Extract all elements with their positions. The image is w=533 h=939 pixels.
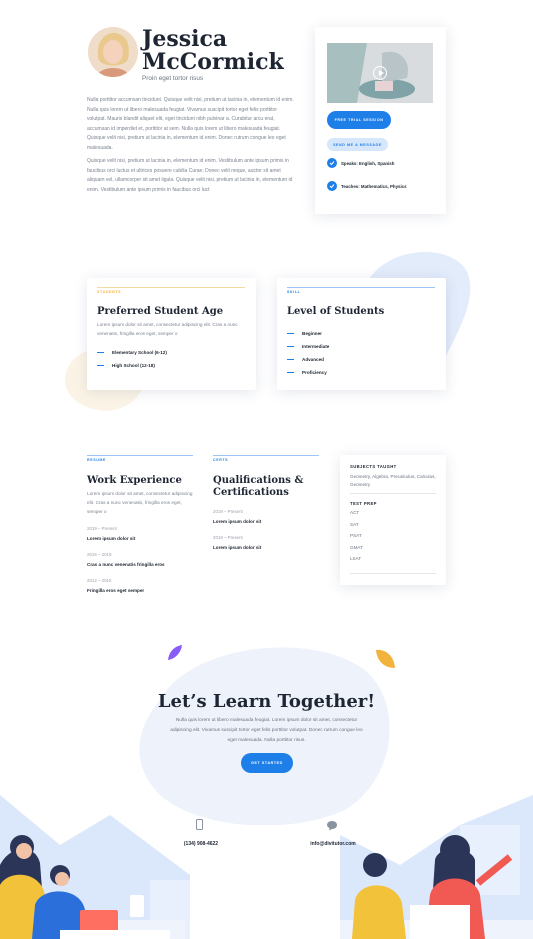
speaks-row: Speaks: English, Spanish: [327, 158, 394, 168]
resume-title: Work Experience: [87, 475, 182, 486]
card-title: Preferred Student Age: [97, 306, 224, 317]
check-icon: [327, 158, 337, 168]
card-tag: SKILL: [287, 290, 301, 294]
list-item: SAT: [350, 521, 359, 527]
divider: [87, 455, 193, 456]
list-item: ACT: [350, 510, 360, 515]
chat-icon: [327, 821, 337, 831]
subjects-card: SUBJECTS TAUGHT Geometry, Algebra, Preca…: [340, 455, 446, 585]
free-trial-button[interactable]: FREE TRIAL SESSION: [327, 111, 391, 129]
divider: [213, 455, 319, 456]
profile-side-card: FREE TRIAL SESSION SEND ME A MESSAGE Spe…: [315, 27, 446, 214]
certs-tag: CERTS: [213, 458, 229, 462]
list-item: Elementary School (6-12): [97, 346, 167, 359]
bio-paragraph-2: Quisque velit nisi, pretium ut lacinia i…: [87, 158, 293, 193]
profile-name: Jessica McCormick: [142, 26, 284, 75]
speaks-text: Speaks: English, Spanish: [341, 160, 395, 166]
list-item: LSAT: [350, 556, 362, 561]
avatar: [88, 27, 138, 77]
check-icon: [327, 181, 337, 191]
certs-entries: 2019 – Present Lorem ipsum dolor sit 201…: [213, 509, 261, 561]
divider: [97, 287, 245, 288]
illustration-right: [340, 795, 533, 939]
list-item: Advanced: [287, 353, 329, 366]
level-list: Beginner Intermediate Advanced Proficien…: [287, 327, 329, 379]
certs-title: Qualifications & Certifications: [213, 475, 304, 498]
resume-text: Lorem ipsum dolor sit amet, consectetur …: [87, 491, 193, 514]
teaches-row: Teaches: Mathematics, Physics: [327, 181, 407, 191]
play-icon[interactable]: [373, 66, 387, 80]
resume-entries: 2019 – Present Lorem ipsum dolor sit 201…: [87, 526, 165, 604]
resume-tag: RESUME: [87, 458, 106, 462]
list-item: 2015 – 2019 Cras a nunc venenatis fringi…: [87, 552, 165, 567]
video-thumbnail[interactable]: [327, 43, 433, 103]
list-item: 2019 – Present Lorem ipsum dolor sit: [87, 526, 136, 541]
send-message-button[interactable]: SEND ME A MESSAGE: [327, 138, 388, 151]
cta-title: Let’s Learn Together!: [157, 691, 376, 712]
test-list: ACT SAT PSAT GMAT LSAT: [350, 510, 363, 568]
level-card: SKILL Level of Students Beginner Interme…: [277, 278, 446, 390]
get-started-button[interactable]: GET STARTED: [241, 753, 293, 773]
list-item: PSAT: [350, 533, 362, 538]
list-item: 2019 – Present Lorem ipsum dolor sit: [213, 535, 262, 550]
email-text[interactable]: info@divitutor.com: [306, 841, 360, 847]
subjects-list: Geometry, Algebra, Precalculus, Calculus…: [350, 474, 436, 487]
list-item: Beginner: [287, 327, 329, 340]
list-item: GMAT: [350, 544, 363, 550]
student-age-card: STUDENTS Preferred Student Age Lorem ips…: [87, 278, 256, 390]
bio-paragraph-1: Nulla porttitor accumsan tincidunt. Quis…: [87, 97, 294, 151]
list-item: Intermediate: [287, 340, 329, 353]
teaches-text: Teaches: Mathematics, Physics: [341, 183, 407, 189]
card-text: Lorem ipsum dolor sit amet, consectetur …: [97, 322, 238, 336]
divider: [350, 573, 436, 574]
divider: [287, 287, 435, 288]
list-item: 2012 – 2015 Fringilla eros eget semper: [87, 578, 145, 593]
phone-icon: [196, 819, 203, 830]
subjects-heading: SUBJECTS TAUGHT: [350, 464, 397, 469]
card-tag: STUDENTS: [97, 290, 122, 294]
list-item: High School (12-18): [97, 359, 167, 372]
test-prep-heading: TEST PREP: [350, 501, 377, 506]
cta-text: Nulla quis lorem ut libero malesuada feu…: [170, 718, 363, 743]
decor-leaf-purple: [168, 645, 182, 660]
age-list: Elementary School (6-12) High School (12…: [97, 346, 167, 372]
profile-subtitle: Proin eget tortor risus: [142, 75, 204, 82]
card-title: Level of Students: [287, 306, 385, 317]
illustration-left: [0, 795, 190, 939]
phone-text[interactable]: (134) 908-4622: [178, 841, 224, 847]
divider: [350, 493, 436, 494]
decor-leaf-gold: [376, 649, 395, 668]
list-item: 2019 – Present Lorem ipsum dolor sit: [213, 509, 262, 524]
list-item: Proficiency: [287, 366, 329, 379]
